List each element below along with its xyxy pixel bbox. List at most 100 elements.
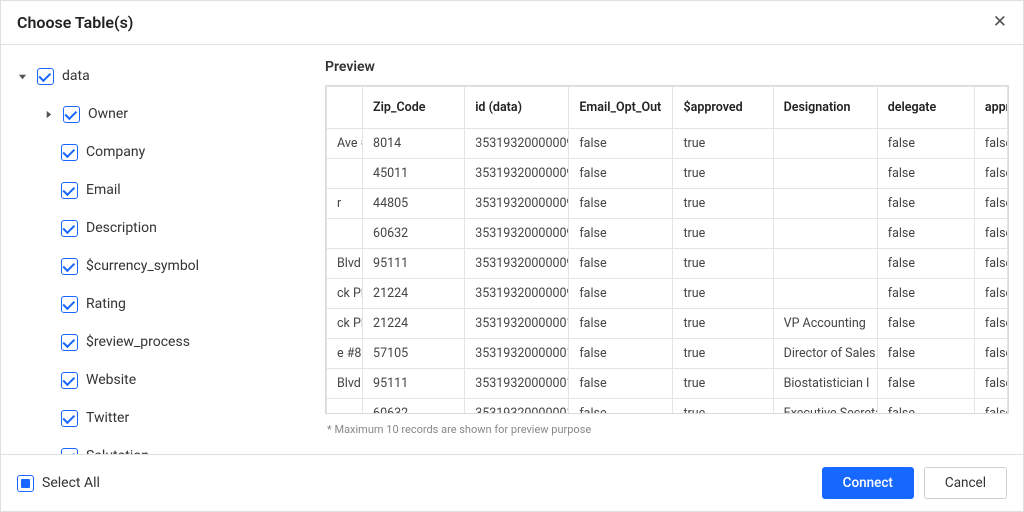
col-blank[interactable] [327,87,363,129]
tree-node-data[interactable]: data [11,57,305,95]
col-approved2[interactable]: approved [974,87,1007,129]
checkbox-owner[interactable] [63,106,80,123]
table-cell: Ave # [327,129,363,159]
table-row[interactable]: 606323531932000000960falsetruefalsefalse [327,219,1008,249]
table-cell: false [569,399,673,415]
tree-node-label: $currency_symbol [86,258,199,274]
col-email-opt[interactable]: Email_Opt_Out [569,87,673,129]
tree-node-website[interactable]: Website [11,361,305,399]
preview-table-wrap[interactable]: Zip_Code id (data) Email_Opt_Out $approv… [325,85,1009,414]
table-cell: false [569,159,673,189]
table-row[interactable]: r448053531932000000960falsetruefalsefals… [327,189,1008,219]
connect-button[interactable]: Connect [822,467,914,499]
table-cell [773,129,877,159]
table-cell: 8014 [363,129,465,159]
checkbox-review-process[interactable] [61,334,78,351]
tree-node-email[interactable]: Email [11,171,305,209]
col-id[interactable]: id (data) [465,87,569,129]
tree-node-currency-symbol[interactable]: $currency_symbol [11,247,305,285]
checkbox-company[interactable] [61,144,78,161]
table-cell: false [974,159,1007,189]
table-cell [773,159,877,189]
tree-node-twitter[interactable]: Twitter [11,399,305,437]
caret-down-icon[interactable] [15,72,29,81]
tree-node-salutation[interactable]: Salutation [11,437,305,454]
table-cell: ck Pl [327,309,363,339]
close-icon[interactable]: ✕ [993,14,1007,31]
table-row[interactable]: Blvd951113531932000000960falsetruefalsef… [327,249,1008,279]
table-row[interactable]: Ave #80143531932000000960falsetruefalsef… [327,129,1008,159]
preview-title: Preview [325,59,1009,75]
select-all-label: Select All [42,475,100,491]
checkbox-data[interactable] [37,68,54,85]
table-cell: false [877,309,974,339]
table-cell: 3531932000000170 [465,339,569,369]
table-cell: false [877,189,974,219]
checkbox-email[interactable] [61,182,78,199]
col-zip-code[interactable]: Zip_Code [363,87,465,129]
tree-node-description[interactable]: Description [11,209,305,247]
table-cell: 45011 [363,159,465,189]
table-cell: false [974,189,1007,219]
checkbox-salutation[interactable] [61,448,78,455]
table-row[interactable]: ck Pl212243531932000000960falsetruefalse… [327,279,1008,309]
checkbox-currency-symbol[interactable] [61,258,78,275]
table-cell: false [569,309,673,339]
table-cell [773,249,877,279]
dialog-body: data Owner [1,44,1023,455]
table-row[interactable]: ck Pl212243531932000000170falsetrueVP Ac… [327,309,1008,339]
tree-node-label: Description [86,220,157,236]
table-cell: true [673,309,773,339]
table-cell: false [569,369,673,399]
checkbox-description[interactable] [61,220,78,237]
table-row[interactable]: 450113531932000000960falsetruefalsefalse [327,159,1008,189]
table-cell: false [974,129,1007,159]
tree-node-rating[interactable]: Rating [11,285,305,323]
table-cell: false [877,399,974,415]
table-cell: true [673,339,773,369]
table-cell: 60632 [363,399,465,415]
col-approved[interactable]: $approved [673,87,773,129]
tree-node-company[interactable]: Company [11,133,305,171]
table-cell: true [673,189,773,219]
caret-right-icon[interactable] [41,110,55,119]
col-delegate[interactable]: delegate [877,87,974,129]
table-cell: false [974,249,1007,279]
tree-node-label: Rating [86,296,126,312]
table-cell: false [877,339,974,369]
table-row[interactable]: Blvd951113531932000000170falsetrueBiosta… [327,369,1008,399]
preview-pane: Preview Zip_Code id (data) Email_Opt_Out [311,45,1023,454]
table-cell: 95111 [363,369,465,399]
table-cell: VP Accounting [773,309,877,339]
table-cell: false [569,279,673,309]
table-cell: true [673,249,773,279]
table-cell [773,219,877,249]
select-all-checkbox[interactable] [17,475,34,492]
table-cell: 3531932000000170 [465,309,569,339]
table-cell: 3531932000000170 [465,399,569,415]
dialog-footer: Select All Connect Cancel [1,455,1023,511]
table-cell: true [673,159,773,189]
table-cell: 21224 [363,279,465,309]
table-row[interactable]: e #88571053531932000000170falsetrueDirec… [327,339,1008,369]
table-cell: 3531932000000960 [465,219,569,249]
table-cell: false [877,219,974,249]
table-cell: false [974,309,1007,339]
tree-node-label: $review_process [86,334,190,350]
checkbox-website[interactable] [61,372,78,389]
select-all-control[interactable]: Select All [17,475,100,492]
column-tree: data Owner [11,57,305,454]
tree-pane[interactable]: data Owner [1,45,311,454]
table-cell: true [673,219,773,249]
cancel-button[interactable]: Cancel [924,467,1007,499]
table-cell: false [877,249,974,279]
col-designation[interactable]: Designation [773,87,877,129]
checkbox-twitter[interactable] [61,410,78,427]
tree-node-owner[interactable]: Owner [11,95,305,133]
tree-node-review-process[interactable]: $review_process [11,323,305,361]
table-row[interactable]: 606323531932000000170falsetrueExecutive … [327,399,1008,415]
table-cell [327,219,363,249]
choose-tables-dialog: Choose Table(s) ✕ data [0,0,1024,512]
checkbox-rating[interactable] [61,296,78,313]
table-cell: Blvd [327,369,363,399]
